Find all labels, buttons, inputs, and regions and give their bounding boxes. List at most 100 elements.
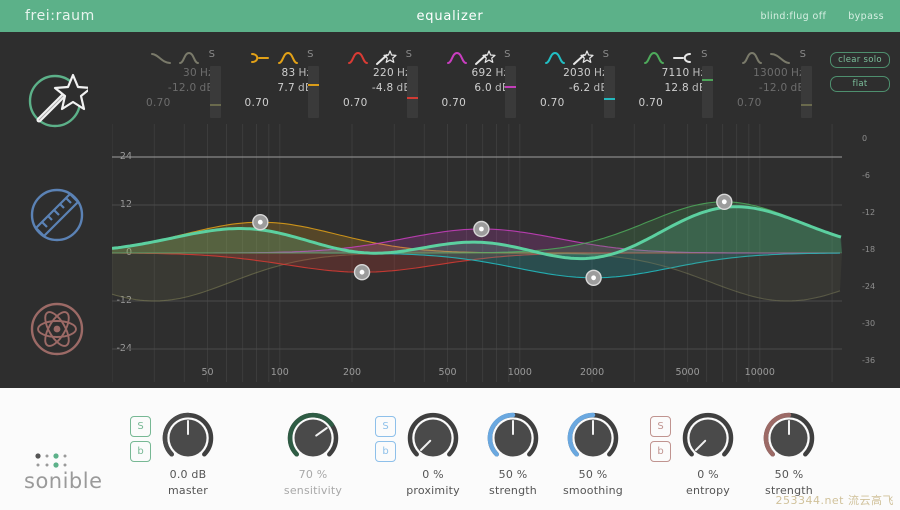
strength-2-knob[interactable] xyxy=(763,412,815,464)
band-4-wand-icon[interactable] xyxy=(474,50,496,66)
band-6-solo-button[interactable]: S xyxy=(701,49,708,60)
band-1-bell-icon[interactable] xyxy=(178,50,200,66)
band-7-gain-slider[interactable] xyxy=(800,66,812,118)
band-7-bell-icon[interactable] xyxy=(741,50,763,66)
sensitivity-label: sensitivity xyxy=(283,484,343,497)
title-bar: frei:raum equalizer blind:flug off bypas… xyxy=(0,0,900,32)
band-2-gain-slider[interactable] xyxy=(308,66,319,118)
band-5-gain-tick xyxy=(603,98,615,101)
band-1-solo-button[interactable]: S xyxy=(209,49,216,60)
band-2-bell-icon[interactable] xyxy=(277,50,299,66)
band-4-values: 692 Hz 6.0 dB 0.70 xyxy=(436,66,510,111)
band-4-bell-icon[interactable] xyxy=(446,50,468,66)
band-5[interactable]: S 2030 Hz -6.2 dB 0.70 xyxy=(534,44,633,124)
band-3-gain[interactable]: -4.8 dB xyxy=(337,81,411,96)
blind-flug-toggle[interactable]: blind:flug off xyxy=(760,11,826,22)
clear-solo-button[interactable]: clear solo xyxy=(830,52,890,68)
band-5-frequency[interactable]: 2030 Hz xyxy=(534,66,608,81)
band-2-solo-button[interactable]: S xyxy=(307,49,314,60)
proximity-knob[interactable] xyxy=(407,412,459,464)
band-4-solo-button[interactable]: S xyxy=(504,49,511,60)
band-3-values: 220 Hz -4.8 dB 0.70 xyxy=(337,66,411,111)
entropy-knob[interactable] xyxy=(682,412,734,464)
band-3-solo-button[interactable]: S xyxy=(406,49,413,60)
band-7-q[interactable]: 0.70 xyxy=(731,96,805,111)
band-3-frequency[interactable]: 220 Hz xyxy=(337,66,411,81)
band-7-solo-button[interactable]: S xyxy=(800,49,807,60)
band-6[interactable]: S 7110 Hz 12.8 dB 0.70 xyxy=(633,44,732,124)
eq-curve-graph[interactable] xyxy=(112,124,842,382)
band-2-q[interactable]: 0.70 xyxy=(239,96,313,111)
proximity-bypass-toggle[interactable]: b xyxy=(375,441,396,462)
magic-wand-icon[interactable] xyxy=(26,70,88,132)
band-6-fork-right-icon[interactable] xyxy=(671,50,693,66)
x-tick-100: 100 xyxy=(270,367,289,378)
band-5-gain-slider[interactable] xyxy=(603,66,615,118)
band-3-icons xyxy=(347,48,397,68)
x-tick-10000: 10000 xyxy=(744,367,775,378)
bypass-toggle[interactable]: bypass xyxy=(848,11,884,22)
band-1-values: 30 Hz -12.0 dB 0.70 xyxy=(140,66,214,111)
y-right-tick-5: -30 xyxy=(862,319,876,328)
entropy-bypass-toggle[interactable]: b xyxy=(650,441,671,462)
band-4[interactable]: S 692 Hz 6.0 dB 0.70 xyxy=(436,44,535,124)
band-5-wand-icon[interactable] xyxy=(572,50,594,66)
sensitivity-value: 70 % xyxy=(298,468,328,481)
band-1-gain[interactable]: -12.0 dB xyxy=(140,81,214,96)
band-1-lowshelf-icon[interactable] xyxy=(150,50,172,66)
band-3-gain-slider[interactable] xyxy=(406,66,418,118)
band-5-q[interactable]: 0.70 xyxy=(534,96,608,111)
band-3[interactable]: S 220 Hz -4.8 dB 0.70 xyxy=(337,44,436,124)
x-tick-5000: 5000 xyxy=(675,367,700,378)
band-4-gain-slider[interactable] xyxy=(505,66,516,118)
atom-icon[interactable] xyxy=(26,298,88,360)
entropy-value: 0 % xyxy=(697,468,719,481)
band-6-gain-slider[interactable] xyxy=(702,66,713,118)
band-7-highshelf-icon[interactable] xyxy=(769,50,791,66)
ruler-icon[interactable] xyxy=(26,184,88,246)
smoothing-knob[interactable] xyxy=(567,412,619,464)
band-2-fork-left-icon[interactable] xyxy=(249,50,271,66)
band-6-gain-tick xyxy=(702,79,713,82)
band-3-bell-icon[interactable] xyxy=(347,50,369,66)
header-actions: blind:flug off bypass xyxy=(760,11,884,22)
band-5-icons xyxy=(544,48,594,68)
entropy-solo-toggle[interactable]: S xyxy=(650,416,671,437)
band-6-frequency[interactable]: 7110 Hz xyxy=(633,66,707,81)
band-3-q[interactable]: 0.70 xyxy=(337,96,411,111)
band-2-values: 83 Hz 7.7 dB 0.70 xyxy=(239,66,313,111)
band-1[interactable]: S 30 Hz -12.0 dB 0.70 xyxy=(140,44,239,124)
band-2[interactable]: S 83 Hz 7.7 dB 0.70 xyxy=(239,44,338,124)
entropy-toggles: Sb xyxy=(650,416,671,466)
band-4-gain[interactable]: 6.0 dB xyxy=(436,81,510,96)
smoothing-label: smoothing xyxy=(562,484,623,497)
master-solo-toggle[interactable]: S xyxy=(130,416,151,437)
plugin-window: frei:raum equalizer blind:flug off bypas… xyxy=(0,0,900,510)
band-5-gain[interactable]: -6.2 dB xyxy=(534,81,608,96)
strength-1-label: strength xyxy=(489,484,537,497)
band-3-wand-icon[interactable] xyxy=(375,50,397,66)
band-6-gain[interactable]: 12.8 dB xyxy=(633,81,707,96)
band-7-gain[interactable]: -12.0 dB xyxy=(731,81,805,96)
strength-1-value: 50 % xyxy=(498,468,528,481)
master-knob[interactable] xyxy=(162,412,214,464)
band-5-solo-button[interactable]: S xyxy=(603,49,610,60)
proximity-solo-toggle[interactable]: S xyxy=(375,416,396,437)
band-1-gain-slider[interactable] xyxy=(209,66,221,118)
band-7-frequency[interactable]: 13000 Hz xyxy=(731,66,805,81)
band-6-bell-icon[interactable] xyxy=(643,50,665,66)
band-6-q[interactable]: 0.70 xyxy=(633,96,707,111)
flat-button[interactable]: flat xyxy=(830,76,890,92)
band-5-bell-icon[interactable] xyxy=(544,50,566,66)
band-7[interactable]: S 13000 Hz -12.0 dB 0.70 xyxy=(731,44,830,124)
strength-1-knob[interactable] xyxy=(487,412,539,464)
master-bypass-toggle[interactable]: b xyxy=(130,441,151,462)
band-4-q[interactable]: 0.70 xyxy=(436,96,510,111)
band-4-frequency[interactable]: 692 Hz xyxy=(436,66,510,81)
band-1-q[interactable]: 0.70 xyxy=(140,96,214,111)
band-2-frequency[interactable]: 83 Hz xyxy=(239,66,313,81)
sensitivity-knob[interactable] xyxy=(287,412,339,464)
band-2-gain[interactable]: 7.7 dB xyxy=(239,81,313,96)
band-1-frequency[interactable]: 30 Hz xyxy=(140,66,214,81)
strength-2-label: strength xyxy=(765,484,813,497)
